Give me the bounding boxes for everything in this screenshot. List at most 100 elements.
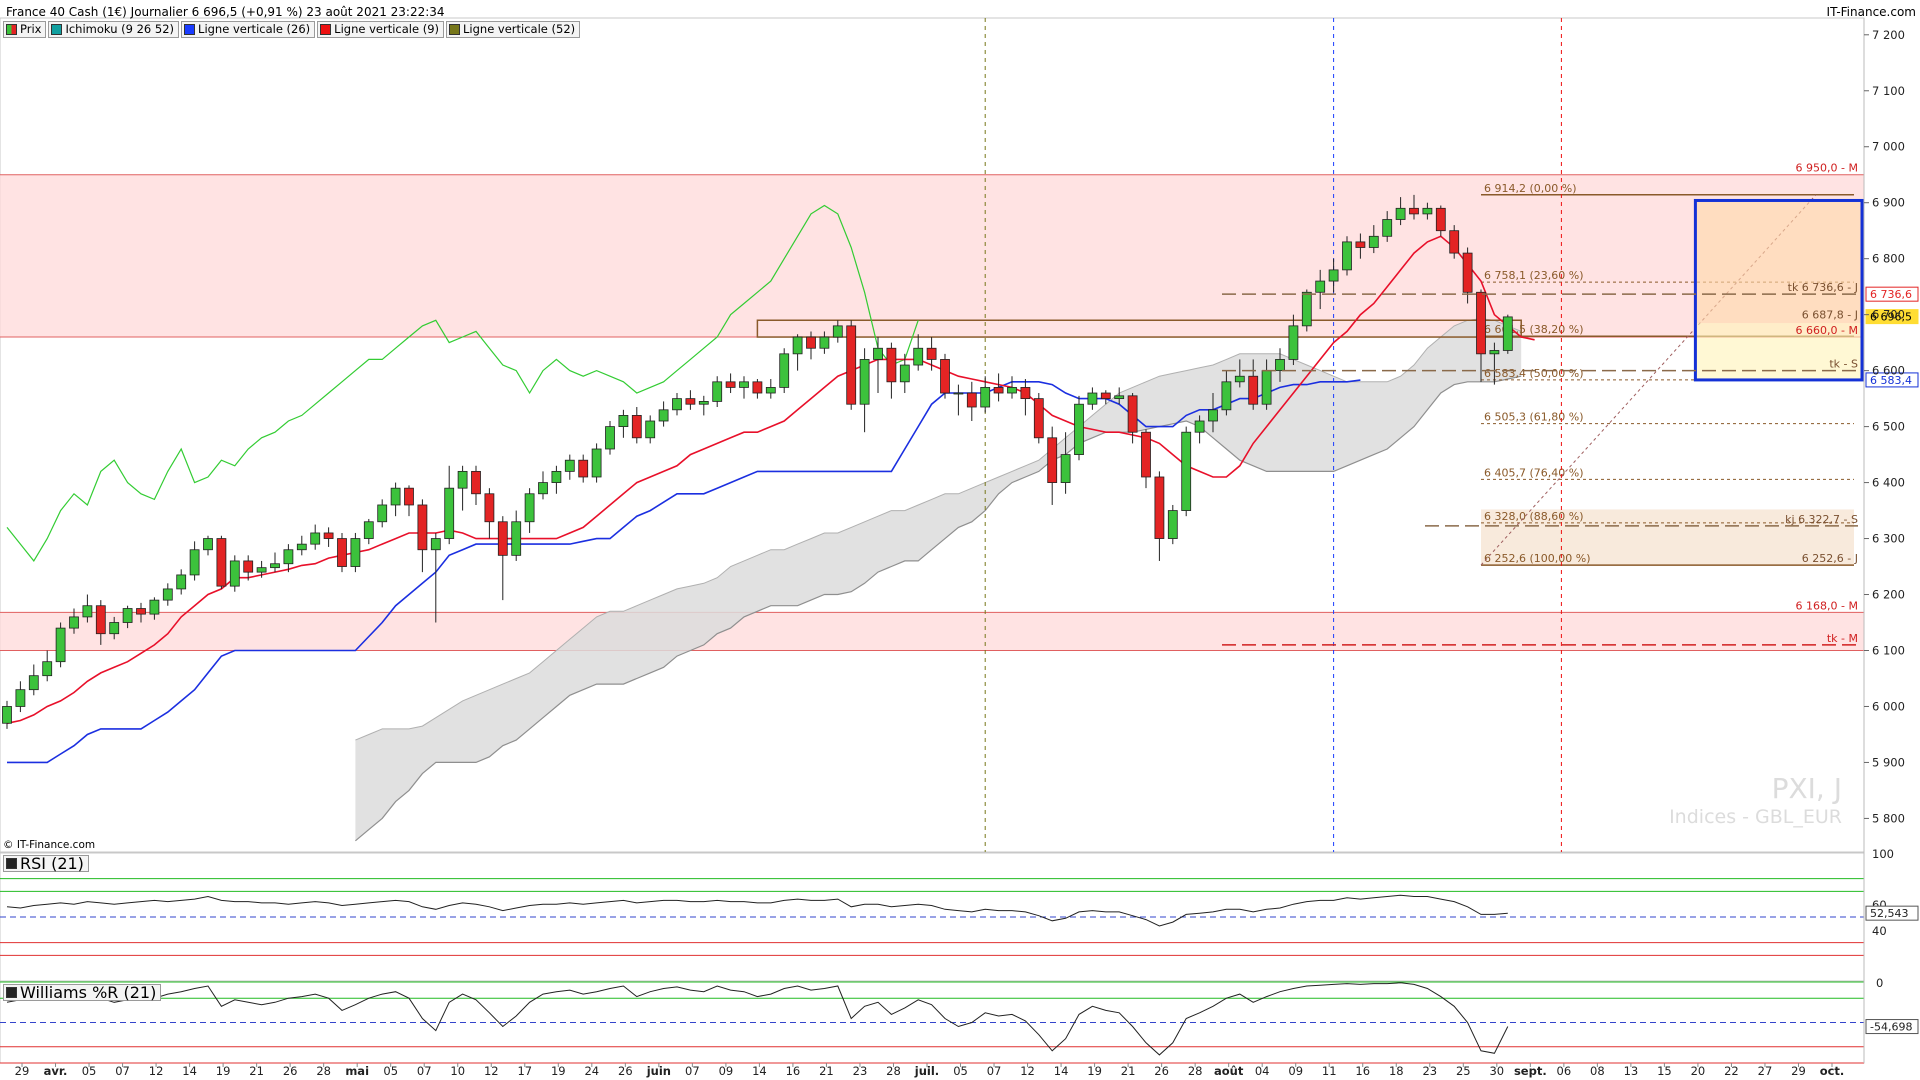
legend-label: Ichimoku (9 26 52): [65, 22, 175, 36]
legend-item-vline-26[interactable]: Ligne verticale (26): [181, 21, 316, 38]
x-tick-label: mai: [345, 1064, 369, 1078]
candle-body: [1395, 207, 1406, 220]
square-icon: [449, 24, 460, 35]
x-tick-label: 21: [819, 1064, 834, 1078]
x-tick-label: 12: [484, 1064, 499, 1078]
candle-body: [605, 426, 615, 450]
candle-body: [806, 336, 816, 349]
candle-body: [176, 574, 187, 590]
williams-legend: Williams %R (21): [3, 983, 162, 1002]
legend-item-ichimoku[interactable]: Ichimoku (9 26 52): [48, 21, 180, 38]
candle-body: [1261, 370, 1272, 405]
candle-body: [564, 459, 575, 472]
x-tick-label: 05: [953, 1064, 968, 1078]
x-tick-label: 23: [1422, 1064, 1437, 1078]
y-tick-label: 6 200: [1872, 588, 1905, 602]
candle-body: [323, 532, 334, 539]
rsi-tick-label: 40: [1872, 924, 1887, 938]
candle-body: [511, 521, 522, 556]
candle-body: [1449, 230, 1460, 254]
candle-body: [1476, 291, 1486, 355]
candle-body: [1208, 409, 1218, 422]
candle-body: [591, 448, 602, 478]
candle-body: [658, 409, 669, 422]
x-tick-label: 07: [115, 1064, 130, 1078]
legend-item-vline-9[interactable]: Ligne verticale (9): [317, 21, 444, 38]
fib-level-label: 6 583,4 (50,00 %): [1484, 367, 1584, 380]
candle-body: [1342, 241, 1352, 271]
x-tick-label: août: [1214, 1064, 1244, 1078]
y-tick-label: 7 000: [1872, 140, 1905, 154]
candle-body: [1248, 375, 1259, 405]
candle-body: [618, 415, 629, 428]
x-tick-label: 16: [786, 1064, 801, 1078]
candle-body: [1288, 325, 1299, 360]
candle-body: [203, 538, 213, 551]
x-tick-label: 20: [1691, 1064, 1706, 1078]
watermark-symbol: PXI, J: [1771, 772, 1842, 805]
candle-body: [484, 493, 495, 523]
level-annotation: 6 168,0 - M: [1796, 599, 1858, 612]
brand-link[interactable]: IT-Finance.com: [1827, 5, 1916, 19]
main-panel-frame: [0, 17, 1865, 853]
fib-level-label: 6 328,0 (88,60 %): [1484, 510, 1584, 523]
candle-body: [390, 487, 401, 506]
x-tick-label: 23: [853, 1064, 868, 1078]
y-tick-label: 5 900: [1872, 755, 1905, 769]
candle-body: [1234, 375, 1245, 383]
y-tick-label: 6 300: [1872, 532, 1905, 546]
fib-level-label: 6 405,7 (76,40 %): [1484, 466, 1584, 479]
x-tick-label: 14: [752, 1064, 767, 1078]
legend-item-rsi[interactable]: RSI (21): [3, 855, 89, 872]
price-tag-label: 6 736,6: [1870, 288, 1912, 301]
candle-body: [1154, 476, 1165, 539]
x-tick-label: sept.: [1514, 1064, 1547, 1078]
x-tick-label: 18: [1389, 1064, 1404, 1078]
candle-body: [685, 398, 696, 405]
candle-body: [1382, 219, 1393, 237]
candle-body: [1502, 316, 1513, 351]
y-tick-label: 6 700: [1872, 308, 1905, 322]
candle-body: [122, 608, 133, 623]
x-tick-label: 24: [584, 1064, 599, 1078]
candle-body: [471, 470, 481, 495]
candle-body: [792, 336, 803, 355]
legend-item-prix[interactable]: Prix: [3, 21, 47, 38]
candle-body: [1462, 252, 1473, 293]
candle-body: [377, 504, 388, 523]
x-tick-label: 19: [1087, 1064, 1102, 1078]
rsi-legend: RSI (21): [3, 855, 89, 872]
x-tick-label: 30: [1489, 1064, 1504, 1078]
candle-body: [551, 470, 562, 483]
x-tick-label: 09: [1288, 1064, 1303, 1078]
legend-label: Ligne verticale (9): [334, 22, 439, 36]
level-annotation: tk - M: [1827, 632, 1858, 645]
candle-body: [1435, 207, 1446, 232]
level-annotation: tk 6 736,6 - J: [1788, 281, 1858, 294]
x-tick-label: 04: [1255, 1064, 1270, 1078]
candle-body: [712, 381, 723, 402]
williams-title: Williams %R (21): [20, 983, 157, 1002]
fib-level-label: 6 758,1 (23,60 %): [1484, 269, 1584, 282]
x-tick-label: 19: [551, 1064, 566, 1078]
x-tick-label: juin: [646, 1064, 671, 1078]
legend-item-williams[interactable]: Williams %R (21): [3, 983, 162, 1002]
copyright-credit: © IT-Finance.com: [3, 839, 96, 851]
candle-body: [1368, 235, 1379, 248]
x-tick-label: 29: [15, 1064, 30, 1078]
candle-body: [1127, 395, 1138, 433]
legend-label: Ligne verticale (26): [198, 22, 311, 36]
candle-body: [430, 538, 441, 551]
rsi-title: RSI (21): [20, 854, 84, 873]
candle-body: [42, 661, 53, 677]
candle-body: [752, 381, 763, 394]
x-tick-label: 09: [719, 1064, 734, 1078]
x-tick-label: 25: [1456, 1064, 1471, 1078]
candle-body: [296, 543, 307, 551]
candle-body: [95, 605, 106, 635]
candle-body: [363, 521, 374, 539]
x-tick-label: 21: [1121, 1064, 1136, 1078]
x-tick-label: 29: [1791, 1064, 1806, 1078]
candle-body: [578, 459, 589, 478]
legend-item-vline-52[interactable]: Ligne verticale (52): [446, 21, 581, 38]
